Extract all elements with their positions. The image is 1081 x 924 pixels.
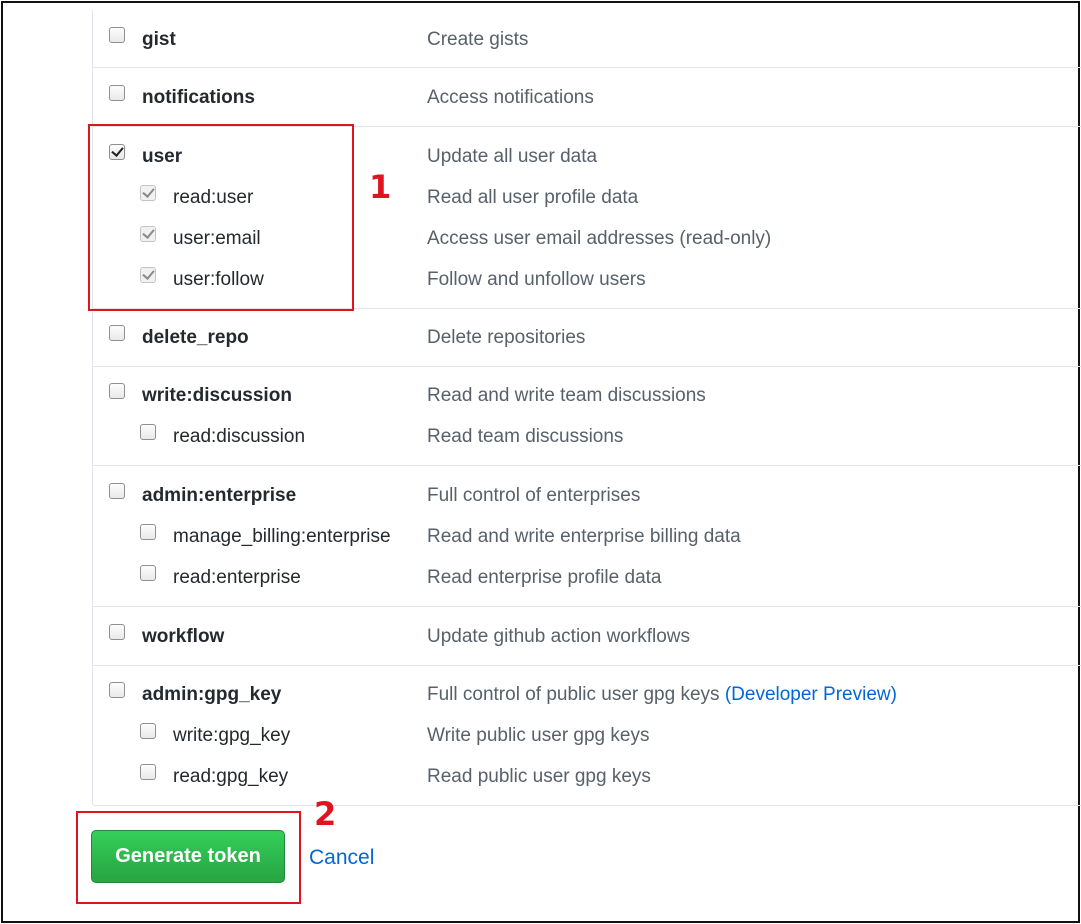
scope-row[interactable]: gist Create gists — [92, 20, 1081, 61]
scope-subrow[interactable]: manage_billing:enterprise Read and write… — [92, 517, 1081, 558]
scope-checkbox-workflow[interactable] — [109, 624, 125, 640]
scope-description: Read all user profile data — [427, 187, 639, 208]
scope-checkbox-write-discussion[interactable] — [109, 383, 125, 399]
scope-description: Read public user gpg keys — [427, 766, 651, 787]
annotation-box-generate-button — [76, 811, 301, 904]
annotation-number-1: 1 — [369, 168, 392, 206]
scope-name: write:gpg_key — [173, 725, 291, 746]
scope-subrow[interactable]: write:gpg_key Write public user gpg keys — [92, 716, 1081, 757]
scope-name: delete_repo — [142, 327, 249, 348]
scope-description: Update all user data — [427, 146, 598, 167]
scope-checkbox-admin-enterprise[interactable] — [109, 483, 125, 499]
scope-name: read:discussion — [173, 426, 306, 447]
scope-row[interactable]: notifications Access notifications — [92, 78, 1081, 119]
scope-name: admin:enterprise — [142, 485, 297, 506]
scope-description: Update github action workflows — [427, 626, 690, 647]
scope-divider — [92, 465, 1081, 466]
scope-description: Full control of enterprises — [427, 485, 641, 506]
scope-description: Read enterprise profile data — [427, 567, 662, 588]
scope-description: Read and write team discussions — [427, 385, 706, 406]
scope-description: Follow and unfollow users — [427, 269, 646, 290]
scope-checkbox-read-gpg-key[interactable] — [140, 764, 156, 780]
scope-row[interactable]: delete_repo Delete repositories — [92, 318, 1081, 359]
scope-divider — [92, 665, 1081, 666]
scope-checkbox-read-discussion[interactable] — [140, 424, 156, 440]
scope-name: write:discussion — [142, 385, 292, 406]
scope-row[interactable]: admin:gpg_key Full control of public use… — [92, 675, 1081, 716]
scope-name: manage_billing:enterprise — [173, 526, 391, 547]
scope-row[interactable]: workflow Update github action workflows — [92, 617, 1081, 658]
scope-description-text: Full control of public user gpg keys — [427, 684, 720, 705]
scope-checkbox-write-gpg-key[interactable] — [140, 723, 156, 739]
annotation-box-user-scope — [88, 124, 354, 311]
developer-preview-link[interactable]: (Developer Preview) — [725, 684, 897, 705]
scope-subrow[interactable]: read:enterprise Read enterprise profile … — [92, 558, 1081, 599]
scope-row[interactable]: write:discussion Read and write team dis… — [92, 376, 1081, 417]
scope-checkbox-admin-gpg-key[interactable] — [109, 682, 125, 698]
scope-divider — [92, 67, 1081, 68]
scope-subrow[interactable]: read:gpg_key Read public user gpg keys — [92, 757, 1081, 798]
scope-checkbox-gist[interactable] — [109, 27, 125, 43]
scope-checkbox-delete-repo[interactable] — [109, 325, 125, 341]
scope-description: Delete repositories — [427, 327, 586, 348]
scope-name: notifications — [142, 87, 255, 108]
scope-description: Read team discussions — [427, 426, 624, 447]
scope-name: read:enterprise — [173, 567, 301, 588]
scope-checkbox-manage-billing-enterprise[interactable] — [140, 524, 156, 540]
scope-description: Write public user gpg keys — [427, 725, 650, 746]
scope-description: Access user email addresses (read-only) — [427, 228, 772, 249]
scope-divider — [92, 366, 1081, 367]
scope-row[interactable]: admin:enterprise Full control of enterpr… — [92, 476, 1081, 517]
scope-description: Access notifications — [427, 87, 594, 108]
scope-description: Create gists — [427, 29, 529, 50]
scope-name: read:gpg_key — [173, 766, 289, 787]
scope-subrow[interactable]: read:discussion Read team discussions — [92, 417, 1081, 458]
scope-name: workflow — [142, 626, 225, 647]
scope-checkbox-notifications[interactable] — [109, 85, 125, 101]
cancel-link[interactable]: Cancel — [309, 845, 374, 871]
scope-divider — [92, 606, 1081, 607]
scope-description: Full control of public user gpg keys (De… — [427, 684, 897, 706]
annotation-number-2: 2 — [314, 795, 337, 833]
scope-name: admin:gpg_key — [142, 684, 282, 705]
scope-description: Read and write enterprise billing data — [427, 526, 741, 547]
scope-name: gist — [142, 29, 176, 50]
scope-checkbox-read-enterprise[interactable] — [140, 565, 156, 581]
